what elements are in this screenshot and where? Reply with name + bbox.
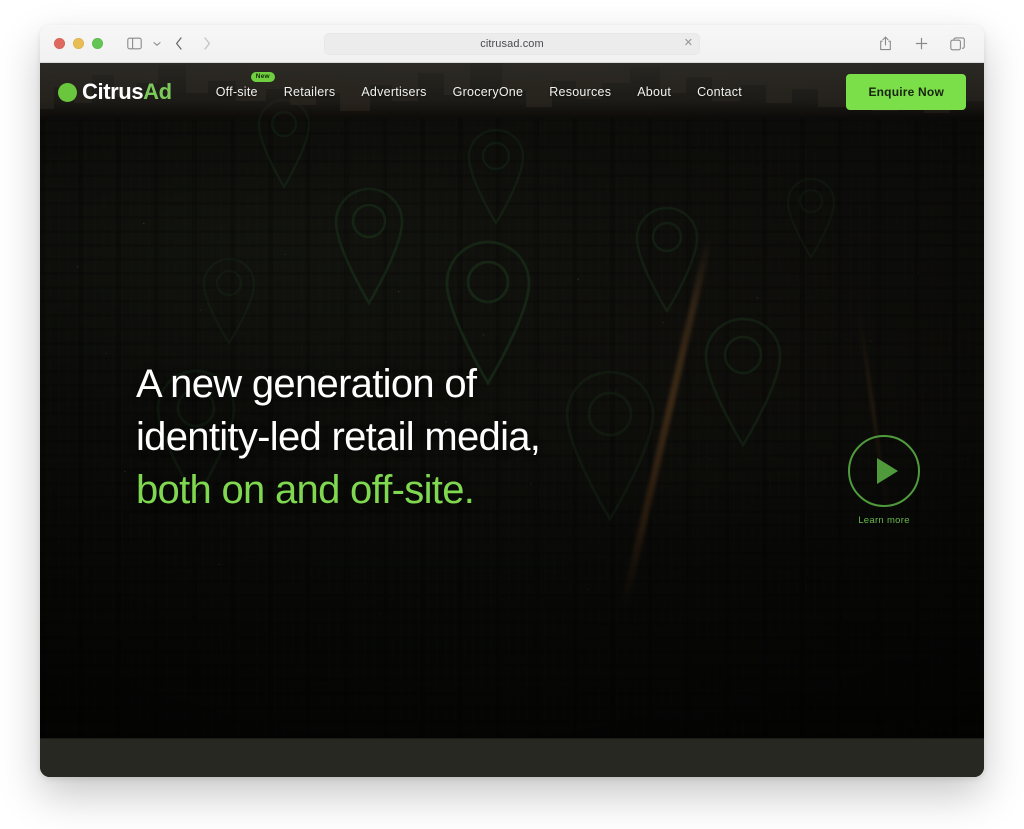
nav-item-retailers[interactable]: Retailers: [284, 85, 336, 99]
site-navigation-bar: CitrusAd Off-site New Retailers Advertis…: [40, 63, 984, 121]
plus-icon[interactable]: [908, 32, 934, 56]
nav-item-label: Off-site: [215, 85, 258, 99]
page-section-divider: [40, 738, 984, 777]
primary-menu: Off-site New Retailers Advertisers Groce…: [215, 72, 742, 99]
status-badge: New: [250, 72, 275, 82]
headline-line-1: A new generation of: [136, 362, 477, 406]
page-title: A new generation of identity-led retail …: [136, 358, 541, 516]
browser-toolbar: citrusad.com ✕: [40, 25, 984, 63]
minimize-window-button[interactable]: [73, 38, 84, 49]
nav-item-groceryone[interactable]: GroceryOne: [453, 85, 524, 99]
learn-more-label: Learn more: [858, 515, 910, 526]
nav-item-advertisers[interactable]: Advertisers: [361, 85, 426, 99]
learn-more-video-button[interactable]: Learn more: [844, 435, 924, 526]
back-button[interactable]: [166, 32, 192, 56]
circle-dot-icon: [58, 82, 77, 102]
enquire-now-button[interactable]: Enquire Now: [846, 74, 966, 110]
nav-item-resources[interactable]: Resources: [549, 85, 611, 99]
play-icon[interactable]: [848, 435, 920, 507]
logo-name-light: Citrus: [82, 79, 144, 104]
page-viewport: CitrusAd Off-site New Retailers Advertis…: [40, 63, 984, 777]
forward-button[interactable]: [194, 32, 220, 56]
logo-name-accent: Ad: [143, 79, 172, 104]
chevron-down-icon[interactable]: [149, 32, 164, 56]
address-bar-text: citrusad.com: [480, 37, 544, 50]
site-logo-text: CitrusAd: [82, 79, 172, 105]
toolbar-right-group: [872, 32, 970, 56]
site-logo[interactable]: CitrusAd: [58, 79, 172, 105]
maximize-window-button[interactable]: [92, 38, 103, 49]
browser-window: citrusad.com ✕ CitrusAd Off-site New Ret…: [40, 25, 984, 777]
nav-item-about[interactable]: About: [637, 85, 671, 99]
hero-copy: A new generation of identity-led retail …: [136, 358, 541, 516]
toolbar-nav-group: [121, 32, 220, 56]
play-triangle: [876, 458, 898, 484]
close-window-button[interactable]: [54, 38, 65, 49]
close-icon[interactable]: ✕: [684, 38, 693, 49]
address-bar[interactable]: citrusad.com ✕: [324, 32, 700, 55]
share-icon[interactable]: [872, 32, 898, 56]
nav-item-contact[interactable]: Contact: [697, 85, 742, 99]
nav-item-off-site[interactable]: Off-site New: [215, 72, 275, 99]
window-controls: [54, 38, 103, 49]
sidebar-icon[interactable]: [121, 32, 147, 56]
address-bar-container: citrusad.com ✕: [324, 32, 700, 55]
headline-line-3: both on and off-site.: [136, 467, 475, 512]
tab-overview-icon[interactable]: [944, 32, 970, 56]
headline-line-2: identity-led retail media,: [136, 414, 541, 459]
